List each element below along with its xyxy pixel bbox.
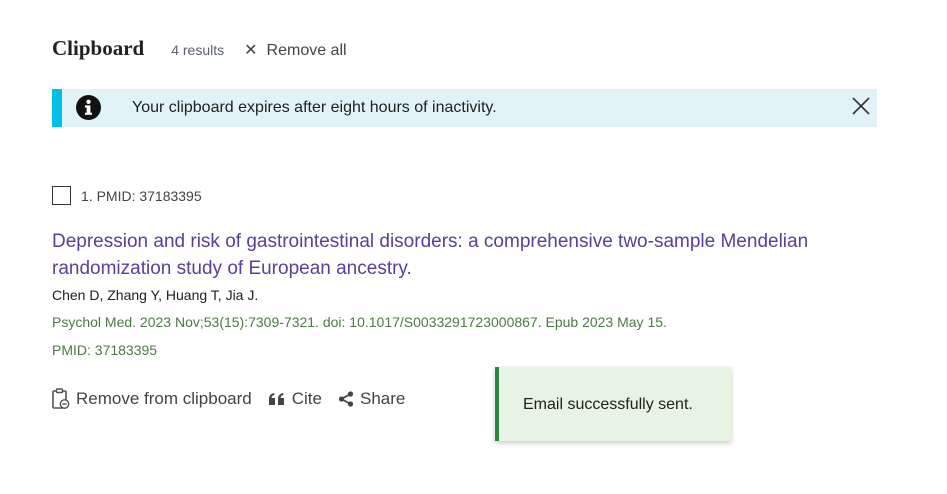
quote-icon bbox=[268, 393, 284, 405]
cite-button[interactable]: Cite bbox=[268, 389, 322, 409]
article-pmid: PMID: 37183395 bbox=[52, 342, 158, 358]
article-title-link[interactable]: Depression and risk of gastrointestinal … bbox=[52, 228, 892, 282]
clipboard-remove-icon bbox=[52, 388, 70, 409]
article-item-header: 1. PMID: 37183395 bbox=[52, 186, 202, 205]
remove-all-label: Remove all bbox=[266, 42, 347, 59]
article-actions: Remove from clipboard Cite Share bbox=[52, 388, 405, 410]
results-count: 4 results bbox=[171, 42, 225, 58]
clipboard-expiry-alert: Your clipboard expires after eight hours… bbox=[52, 89, 877, 127]
clipboard-header: Clipboard 4 results ✕ Remove all bbox=[52, 36, 347, 61]
remove-all-button[interactable]: ✕ Remove all bbox=[244, 40, 346, 60]
article-number-label: 1. PMID: 37183395 bbox=[81, 187, 202, 204]
remove-from-clipboard-button[interactable]: Remove from clipboard bbox=[52, 388, 252, 410]
close-icon[interactable] bbox=[851, 96, 871, 116]
article-authors: Chen D, Zhang Y, Huang T, Jia J. bbox=[52, 287, 259, 303]
article-citation: Psychol Med. 2023 Nov;53(15):7309-7321. … bbox=[52, 314, 667, 330]
close-icon: ✕ bbox=[244, 42, 258, 59]
info-circle-icon bbox=[76, 95, 101, 120]
page-title: Clipboard bbox=[52, 36, 145, 60]
share-icon bbox=[338, 391, 354, 407]
alert-message: Your clipboard expires after eight hours… bbox=[132, 99, 497, 116]
email-sent-toast: Email successfully sent. bbox=[495, 367, 731, 441]
remove-from-clipboard-label: Remove from clipboard bbox=[76, 389, 252, 408]
toast-message: Email successfully sent. bbox=[523, 396, 693, 413]
article-checkbox[interactable] bbox=[52, 186, 71, 205]
share-button[interactable]: Share bbox=[338, 389, 405, 409]
share-label: Share bbox=[359, 389, 406, 408]
cite-label: Cite bbox=[291, 389, 322, 408]
